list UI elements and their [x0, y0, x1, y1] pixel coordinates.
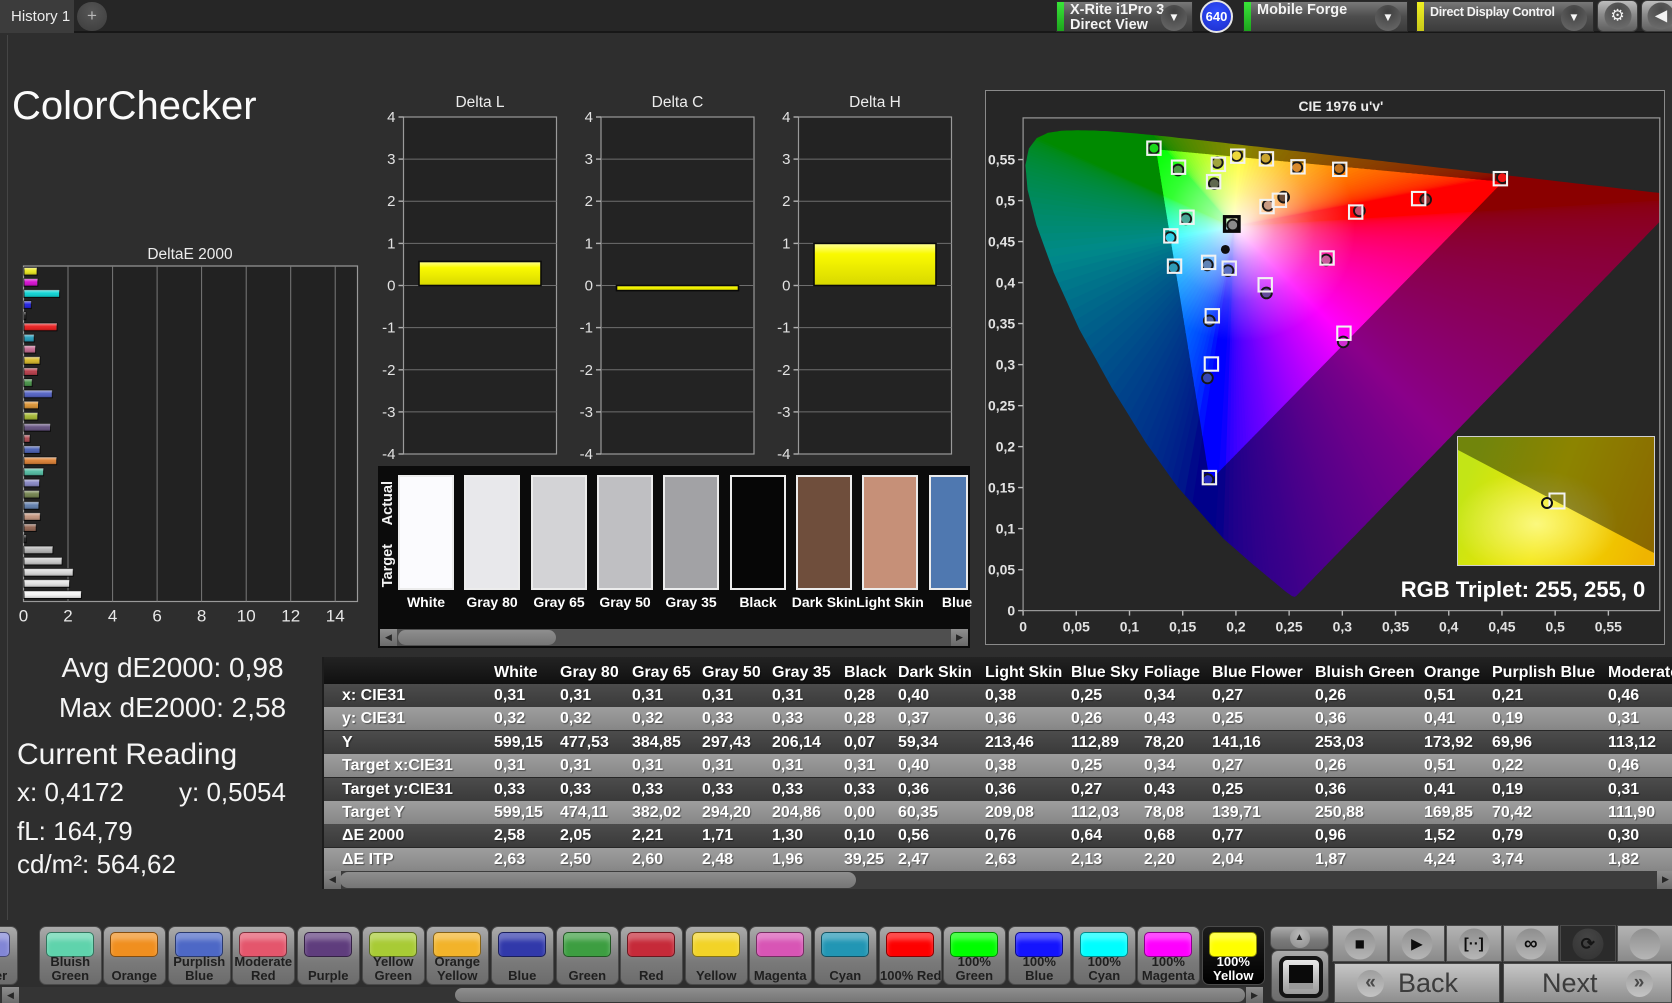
svg-text:3: 3	[387, 151, 395, 168]
svg-text:12: 12	[281, 607, 300, 623]
svg-text:0,05: 0,05	[988, 562, 1015, 578]
svg-text:0,2: 0,2	[996, 439, 1016, 455]
svg-text:1: 1	[387, 235, 395, 252]
svg-text:-1: -1	[777, 320, 790, 337]
svg-text:4: 4	[782, 109, 790, 126]
svg-text:-4: -4	[777, 446, 790, 463]
svg-text:6: 6	[152, 607, 161, 623]
svg-text:-2: -2	[382, 362, 395, 379]
svg-text:-4: -4	[580, 446, 593, 463]
svg-text:0: 0	[782, 278, 790, 295]
svg-text:-3: -3	[382, 404, 395, 421]
svg-text:-3: -3	[777, 404, 790, 421]
svg-text:0,05: 0,05	[1063, 619, 1090, 635]
svg-text:-3: -3	[580, 404, 593, 421]
svg-text:0,25: 0,25	[1276, 619, 1303, 635]
svg-text:0,25: 0,25	[988, 398, 1015, 414]
svg-text:0,15: 0,15	[988, 480, 1015, 496]
svg-text:0: 0	[19, 607, 28, 623]
svg-text:0,2: 0,2	[1226, 619, 1246, 635]
svg-text:-2: -2	[580, 362, 593, 379]
svg-text:3: 3	[782, 151, 790, 168]
svg-text:0: 0	[1007, 603, 1015, 619]
svg-text:0,45: 0,45	[1488, 619, 1515, 635]
svg-text:1: 1	[585, 235, 593, 252]
svg-text:2: 2	[63, 607, 72, 623]
svg-text:Delta L: Delta L	[455, 94, 504, 111]
svg-text:0,55: 0,55	[988, 152, 1015, 168]
svg-text:0,35: 0,35	[988, 316, 1015, 332]
svg-text:-4: -4	[382, 446, 395, 463]
svg-text:0,5: 0,5	[1545, 619, 1565, 635]
svg-text:4: 4	[585, 109, 593, 126]
svg-text:-1: -1	[382, 320, 395, 337]
svg-text:-1: -1	[580, 320, 593, 337]
svg-text:4: 4	[108, 607, 117, 623]
svg-text:0,15: 0,15	[1169, 619, 1196, 635]
svg-text:3: 3	[585, 151, 593, 168]
svg-text:CIE 1976 u'v': CIE 1976 u'v'	[1298, 98, 1383, 114]
svg-text:4: 4	[387, 109, 395, 126]
svg-text:1: 1	[782, 235, 790, 252]
svg-text:0,3: 0,3	[1333, 619, 1353, 635]
svg-text:0,5: 0,5	[996, 193, 1016, 209]
svg-text:0,4: 0,4	[996, 275, 1016, 291]
svg-text:0,1: 0,1	[996, 521, 1016, 537]
svg-text:8: 8	[197, 607, 206, 623]
svg-text:0: 0	[585, 278, 593, 295]
svg-text:0: 0	[1019, 619, 1027, 635]
svg-text:0,35: 0,35	[1382, 619, 1409, 635]
svg-text:2: 2	[782, 193, 790, 210]
svg-text:0: 0	[387, 278, 395, 295]
svg-text:10: 10	[237, 607, 256, 623]
svg-text:0,3: 0,3	[996, 357, 1016, 373]
svg-text:0,55: 0,55	[1595, 619, 1622, 635]
svg-text:Delta C: Delta C	[652, 94, 704, 111]
svg-text:2: 2	[585, 193, 593, 210]
svg-text:2: 2	[387, 193, 395, 210]
svg-text:0,45: 0,45	[988, 234, 1015, 250]
svg-text:-2: -2	[777, 362, 790, 379]
svg-text:14: 14	[326, 607, 345, 623]
svg-text:Delta H: Delta H	[849, 94, 901, 111]
svg-text:0,1: 0,1	[1120, 619, 1140, 635]
svg-text:0,4: 0,4	[1439, 619, 1459, 635]
